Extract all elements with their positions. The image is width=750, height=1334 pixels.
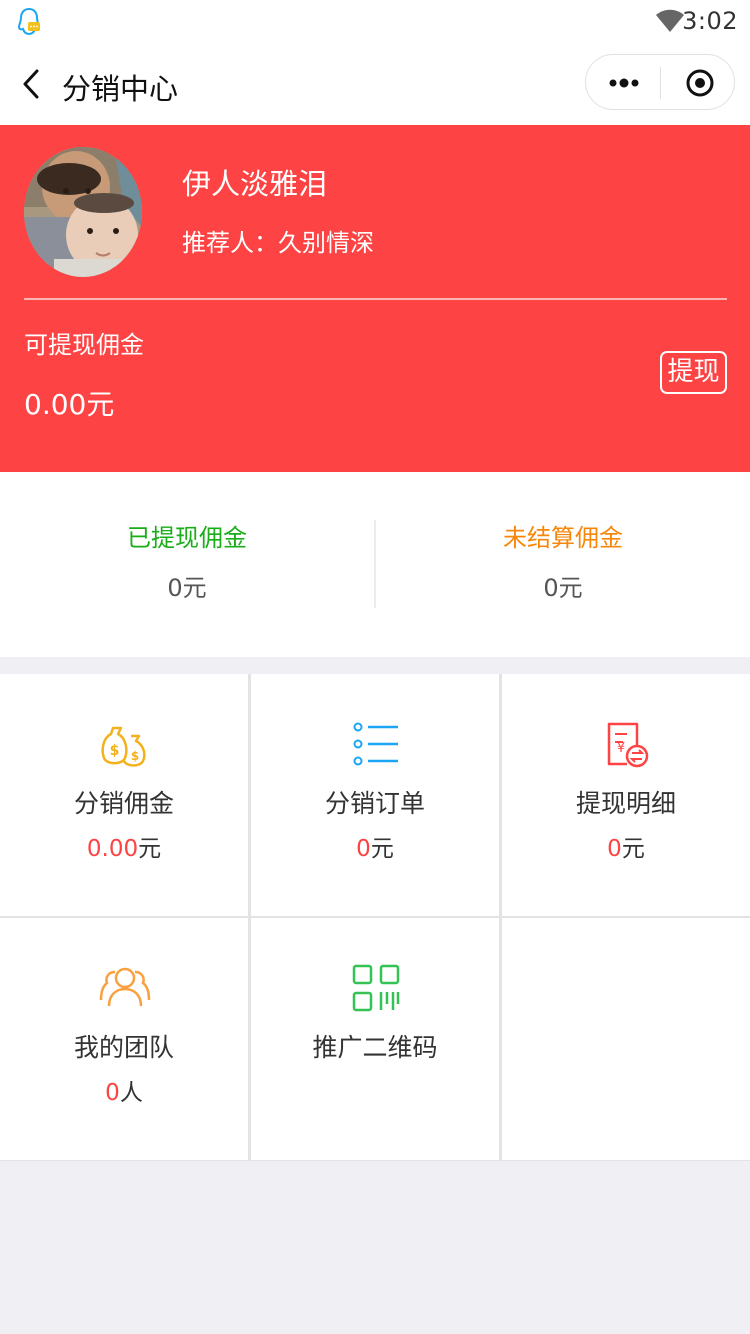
withdraw-button[interactable]: 提现 — [660, 351, 727, 394]
avatar[interactable] — [24, 147, 142, 277]
menu-item-unit: 元 — [370, 836, 394, 862]
menu-item-team[interactable]: 我的团队 0人 — [0, 918, 248, 1160]
withdrawable-commission-label: 可提现佣金 — [24, 331, 144, 359]
profile-header-card: 伊人淡雅泪 推荐人：久别情深 可提现佣金 0.00元 提现 — [0, 125, 750, 472]
menu-item-value: 0元 — [502, 829, 750, 863]
qq-notification-icon — [17, 7, 41, 36]
menu-item-label: 分销订单 — [324, 789, 425, 818]
menu-empty-cell — [502, 918, 750, 1160]
menu-grid: $ $ 分销佣金 0.00元 分销订单 0元 ¥ 提现明细 0元 我的团队 0人… — [0, 674, 750, 1161]
menu-item-unit: 人 — [119, 1080, 143, 1106]
money-bags-icon: $ $ — [101, 726, 146, 767]
menu-item-unit: 元 — [621, 836, 645, 862]
team-icon — [99, 967, 151, 1007]
commission-summary: 已提现佣金 0元 未结算佣金 0元 — [0, 472, 750, 657]
status-bar: 3:02 — [0, 0, 750, 46]
withdrawn-commission-value: 0元 — [167, 574, 207, 602]
menu-item-orders[interactable]: 分销订单 0元 — [251, 674, 499, 916]
menu-item-number: 0 — [105, 1080, 120, 1106]
unsettled-commission-label: 未结算佣金 — [503, 524, 623, 552]
wifi-icon — [656, 9, 684, 32]
unsettled-commission[interactable]: 未结算佣金 0元 — [376, 472, 750, 657]
svg-text:$: $ — [110, 743, 120, 759]
referrer-text: 推荐人：久别情深 — [182, 229, 374, 257]
menu-item-qr-code[interactable]: 推广二维码 — [251, 918, 499, 1160]
unsettled-commission-value: 0元 — [543, 574, 583, 602]
menu-item-number: 0 — [356, 836, 371, 862]
status-time: 3:02 — [682, 7, 738, 35]
menu-item-value: 0.00元 — [0, 829, 248, 863]
menu-item-label: 提现明细 — [575, 789, 676, 818]
menu-item-number: 0.00 — [86, 836, 139, 862]
qr-code-icon — [352, 964, 400, 1012]
withdrawn-commission-label: 已提现佣金 — [127, 524, 247, 552]
withdraw-detail-icon: ¥ — [607, 722, 649, 768]
withdrawable-commission-value: 0.00元 — [24, 388, 115, 421]
menu-item-label: 推广二维码 — [312, 1033, 438, 1062]
menu-item-value: 0人 — [0, 1073, 248, 1107]
menu-item-withdraw-detail[interactable]: ¥ 提现明细 0元 — [502, 674, 750, 916]
withdrawn-commission[interactable]: 已提现佣金 0元 — [0, 472, 374, 657]
capsule-divider — [660, 67, 661, 99]
header-divider — [24, 298, 727, 300]
mini-program-capsule — [585, 54, 735, 110]
more-menu-icon[interactable] — [608, 77, 640, 89]
menu-item-number: 0 — [607, 836, 622, 862]
close-mini-program-icon[interactable] — [685, 68, 715, 98]
list-icon — [353, 722, 398, 766]
screen: 3:02 分销中心 伊人淡雅泪 推荐人：久别情深 可提现佣金 0.00元 提现 … — [0, 0, 750, 1334]
page-title: 分销中心 — [62, 72, 179, 106]
menu-item-value: 0元 — [251, 829, 499, 863]
svg-text:$: $ — [131, 749, 139, 763]
menu-item-label: 分销佣金 — [73, 789, 174, 818]
nav-bar: 分销中心 — [0, 46, 750, 125]
back-button[interactable] — [16, 66, 46, 102]
menu-item-unit: 元 — [138, 836, 162, 862]
username: 伊人淡雅泪 — [182, 167, 328, 201]
menu-item-commission[interactable]: $ $ 分销佣金 0.00元 — [0, 674, 248, 916]
svg-text:¥: ¥ — [617, 741, 625, 756]
menu-item-label: 我的团队 — [73, 1033, 174, 1062]
